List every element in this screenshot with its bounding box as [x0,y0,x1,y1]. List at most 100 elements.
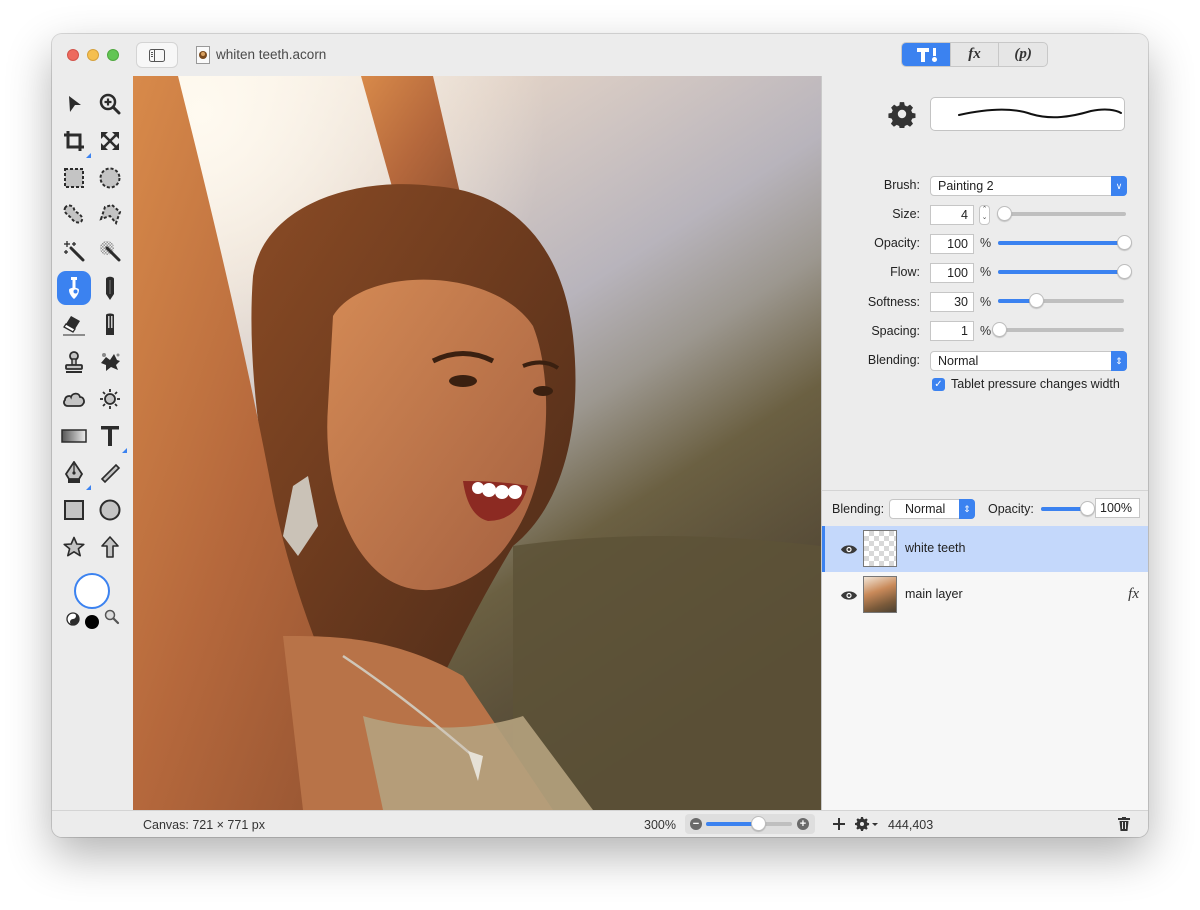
minimize-button[interactable] [87,49,99,61]
layer-name: white teeth [905,541,966,555]
zoom-slider-knob[interactable] [750,816,766,831]
tool-brush[interactable] [57,271,91,305]
tool-star[interactable] [57,530,91,564]
tablet-pressure-checkbox[interactable]: ✓ [932,378,945,391]
color-picker-magnifier-icon[interactable] [104,609,120,625]
tool-pencil[interactable] [93,271,127,305]
tool-select[interactable] [57,87,91,121]
layer-blending-select[interactable]: Normal ⇕ [889,499,975,519]
add-layer-plus-icon[interactable] [833,818,845,830]
tool-text[interactable] [93,419,127,453]
layer-opacity-field[interactable]: 100% [1095,498,1140,518]
layer-thumbnail [863,530,897,567]
flow-field[interactable]: 100 [930,263,974,283]
eye-icon[interactable] [840,590,858,601]
layer-blending-value: Normal [905,502,946,516]
size-stepper[interactable]: ⌃ ⌄ [979,205,990,225]
zoom-window-button[interactable] [107,49,119,61]
spacing-field[interactable]: 1 [930,321,974,341]
tool-rect-select[interactable] [57,161,91,195]
toggle-sidebar-button[interactable] [136,42,178,68]
zoom-slider[interactable] [706,816,792,831]
tool-crop[interactable] [57,124,91,158]
softness-percent: % [980,295,992,309]
chevron-down-icon: ∨ [1111,176,1127,196]
spacing-slider[interactable] [992,322,1124,337]
tool-smudge[interactable] [93,308,127,342]
layer-name: main layer [905,587,963,601]
brush-settings-gear-icon[interactable] [888,100,916,128]
background-color-well[interactable] [85,615,99,629]
tool-line[interactable] [93,456,127,490]
submenu-indicator [122,448,127,453]
swap-colors-icon[interactable] [66,612,80,626]
size-slider[interactable] [997,206,1126,221]
titlebar: whiten teeth.acorn fx (p) [52,34,1148,76]
canvas-area[interactable] [133,76,821,810]
spacing-slider-knob[interactable] [992,322,1008,337]
spacing-label: Spacing: [871,324,920,338]
softness-slider-knob[interactable] [1028,293,1044,308]
tool-brightness[interactable] [93,382,127,416]
tool-ellipse-select[interactable] [93,161,127,195]
canvas-photo[interactable] [133,76,821,810]
layer-row[interactable]: main layer fx [822,572,1148,618]
tool-cloud[interactable] [57,382,91,416]
layer-opacity-slider-knob[interactable] [1080,501,1095,516]
up-arrow-icon [101,536,119,558]
layers-list: white teeth main layer fx [821,526,1148,810]
tab-properties[interactable]: (p) [998,43,1047,66]
tool-transform[interactable] [93,124,127,158]
tool-oval[interactable] [93,493,127,527]
zoom-slider-fill [706,822,758,826]
zoom-out-button[interactable]: − [690,818,702,830]
tool-burn-dodge[interactable] [93,345,127,379]
opacity-field[interactable]: 100 [930,234,974,254]
eraser-icon [63,316,85,336]
tool-pen[interactable] [57,456,91,490]
tool-eraser[interactable] [57,308,91,342]
layer-blending-label: Blending: [832,502,885,516]
foreground-color-well[interactable] [74,573,110,609]
tool-rectangle[interactable] [57,493,91,527]
layer-actions-gear-icon[interactable] [855,817,879,831]
opacity-slider-fill [998,241,1124,245]
blending-label: Blending: [867,353,920,367]
sun-icon [100,389,120,409]
trash-icon[interactable] [1118,817,1130,831]
properties-label: (p) [1014,46,1032,62]
brush-stroke-preview[interactable] [930,97,1125,131]
eye-icon[interactable] [840,544,858,555]
size-slider-knob[interactable] [997,206,1013,221]
softness-field[interactable]: 30 [930,292,974,312]
tool-arrow[interactable] [93,530,127,564]
layer-effects-badge[interactable]: fx [1128,586,1139,603]
tab-effects[interactable]: fx [949,43,999,66]
flow-label: Flow: [890,265,920,279]
tool-gradient[interactable] [57,419,91,453]
opacity-slider[interactable] [998,235,1132,250]
layer-opacity-slider[interactable] [1041,501,1095,516]
softness-slider[interactable] [998,293,1124,308]
tool-zoom[interactable] [93,87,127,121]
zoom-in-button[interactable]: + [797,818,809,830]
flow-slider-knob[interactable] [1117,264,1132,279]
tool-lasso[interactable] [57,197,91,231]
size-field[interactable]: 4 [930,205,974,225]
blending-select[interactable]: Normal ⇕ [930,351,1127,371]
arrow-pointer-icon [69,96,81,112]
tab-tools[interactable] [902,43,950,66]
inspector-mode-segmented-control[interactable]: fx (p) [901,42,1048,67]
brush-select[interactable]: Painting 2 ∨ [930,176,1127,196]
layer-row[interactable]: white teeth [822,526,1148,572]
flow-slider[interactable] [998,264,1132,279]
opacity-slider-knob[interactable] [1117,235,1132,250]
updown-chevron-icon: ⇕ [1111,351,1127,371]
tool-instant-alpha[interactable] [93,234,127,268]
tool-clone-stamp[interactable] [57,345,91,379]
tool-polygon-lasso[interactable] [93,197,127,231]
opacity-percent: % [980,236,992,250]
close-button[interactable] [67,49,79,61]
cloud-icon [63,392,85,407]
tool-magic-wand[interactable] [57,234,91,268]
